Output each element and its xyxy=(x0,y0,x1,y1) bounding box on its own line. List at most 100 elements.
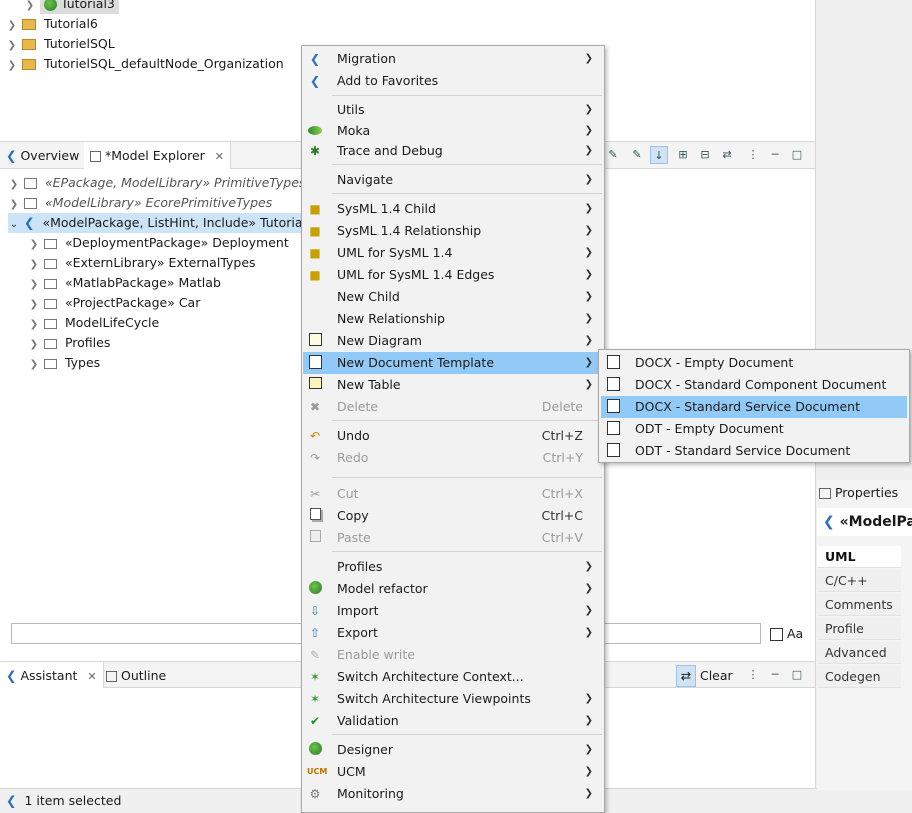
chevron-right-icon[interactable]: ❯ xyxy=(6,16,18,36)
menu-item-label: Migration xyxy=(337,51,396,66)
menu-item-utils[interactable]: Utils ❯ xyxy=(303,99,603,121)
view-menu-icon[interactable]: ⋮ xyxy=(744,666,762,684)
chevron-right-icon[interactable]: ❯ xyxy=(28,295,40,315)
menu-item-paste[interactable]: Paste Ctrl+V xyxy=(303,527,603,549)
sync-icon[interactable]: ⇄ xyxy=(718,146,736,164)
properties-tab-comments[interactable]: Comments xyxy=(817,594,901,616)
menu-item-new-child[interactable]: New Child ❯ xyxy=(303,286,603,308)
menu-item-delete[interactable]: ✖ Delete Delete xyxy=(303,396,603,418)
menu-item-ucm[interactable]: UCM UCM ❯ xyxy=(303,761,603,783)
properties-tab-codegen[interactable]: Codegen xyxy=(817,666,901,688)
properties-tab-profile[interactable]: Profile xyxy=(817,618,901,640)
minimize-icon[interactable]: ─ xyxy=(766,146,784,164)
menu-item-new-diagram[interactable]: New Diagram ❯ xyxy=(303,330,603,352)
menu-item-copy[interactable]: Copy Ctrl+C xyxy=(303,505,603,527)
menu-item-profiles[interactable]: Profiles ❯ xyxy=(303,556,603,578)
menu-item-switch-architecture-viewpoints[interactable]: ✶ Switch Architecture Viewpoints ❯ xyxy=(303,688,603,710)
submenu-arrow-icon: ❯ xyxy=(584,379,593,390)
tree-item[interactable]: ❯ «ExternLibrary» ExternalTypes xyxy=(28,253,256,273)
menu-separator xyxy=(332,477,602,478)
minimize-icon[interactable]: ─ xyxy=(766,666,784,684)
tree-item[interactable]: ❯ «DeploymentPackage» Deployment xyxy=(28,233,289,253)
menu-item-import[interactable]: ⇩ Import ❯ xyxy=(303,600,603,622)
menu-item-add-to-favorites[interactable]: ❮ Add to Favorites xyxy=(303,70,603,92)
menu-item-undo[interactable]: ↶ Undo Ctrl+Z xyxy=(303,425,603,447)
menu-item-migration[interactable]: ❮ Migration ❯ xyxy=(303,48,603,70)
migration-icon: ❮ xyxy=(309,52,321,66)
close-icon[interactable]: ✕ xyxy=(215,150,224,163)
menu-item-monitoring[interactable]: ⚙ Monitoring ❯ xyxy=(303,783,603,805)
tab-assistant[interactable]: ❮ Assistant ✕ xyxy=(0,662,104,689)
menu-item-designer[interactable]: Designer ❯ xyxy=(303,739,603,761)
menu-item-enable-write[interactable]: ✎ Enable write xyxy=(303,644,603,666)
menu-item-cut[interactable]: ✂ Cut Ctrl+X xyxy=(303,483,603,505)
maximize-icon[interactable]: □ xyxy=(788,666,806,684)
tree-item[interactable]: ❯ «ModelLibrary» EcorePrimitiveTypes xyxy=(8,193,272,213)
clear-button[interactable]: ⇄ Clear xyxy=(676,665,736,687)
properties-tab-cpp[interactable]: C/C++ xyxy=(817,570,901,592)
chevron-right-icon[interactable]: ❯ xyxy=(8,175,20,195)
menu-item-moka[interactable]: Moka ❯ xyxy=(303,120,603,142)
menu-item-redo[interactable]: ↷ Redo Ctrl+Y xyxy=(303,447,603,469)
project-row[interactable]: ❯ TutorielSQL_defaultNode_Organization xyxy=(6,54,284,74)
menu-item-new-document-template[interactable]: New Document Template ❯ xyxy=(303,352,603,374)
edit-icon[interactable]: ✎ xyxy=(628,146,646,164)
menu-item-new-relationship[interactable]: New Relationship ❯ xyxy=(303,308,603,330)
case-sensitive-option[interactable]: Aa xyxy=(770,626,803,641)
chevron-right-icon[interactable]: ❯ xyxy=(6,56,18,76)
chevron-right-icon[interactable]: ❯ xyxy=(6,36,18,56)
tree-item[interactable]: ❯ «EPackage, ModelLibrary» PrimitiveType… xyxy=(8,173,306,195)
project-row[interactable]: ❯ Tutorial6 xyxy=(6,14,98,34)
menu-item-sysml-relationship[interactable]: ■ SysML 1.4 Relationship ❯ xyxy=(303,220,603,242)
tab-model-explorer[interactable]: *Model Explorer ✕ xyxy=(84,142,231,169)
chevron-right-icon[interactable]: ❯ xyxy=(8,195,20,215)
menu-item-export[interactable]: ⇧ Export ❯ xyxy=(303,622,603,644)
submenu-item-odt-empty[interactable]: ODT - Empty Document xyxy=(601,418,907,440)
collapse-all-icon[interactable]: ⊟ xyxy=(696,146,714,164)
chevron-right-icon[interactable]: ❯ xyxy=(28,315,40,335)
tree-item-label: «EPackage, ModelLibrary» PrimitiveTypes xyxy=(44,175,306,190)
tab-overview[interactable]: ❮ Overview xyxy=(0,142,85,169)
chevron-down-icon[interactable]: ⌄ xyxy=(8,215,20,235)
tree-item[interactable]: ❯ «ProjectPackage» Car xyxy=(28,293,201,315)
tree-item[interactable]: ❯ Types xyxy=(28,353,100,373)
chevron-right-icon[interactable]: ❯ xyxy=(28,255,40,275)
menu-item-sysml-child[interactable]: ■ SysML 1.4 Child ❯ xyxy=(303,198,603,220)
document-template-submenu: DOCX - Empty Document DOCX - Standard Co… xyxy=(598,349,910,463)
view-menu-icon[interactable]: ⋮ xyxy=(744,146,762,164)
cut-icon: ✂ xyxy=(309,487,321,501)
chevron-right-icon[interactable]: ❯ xyxy=(28,275,40,295)
maximize-icon[interactable]: □ xyxy=(788,146,806,164)
project-row[interactable]: ❯ Tutorial3 xyxy=(24,0,119,14)
menu-item-uml-for-sysml[interactable]: ■ UML for SysML 1.4 ❯ xyxy=(303,242,603,264)
menu-item-navigate[interactable]: Navigate ❯ xyxy=(303,169,603,191)
properties-tab-uml[interactable]: UML xyxy=(817,546,901,568)
tree-item[interactable]: ❯ «MatlabPackage» Matlab xyxy=(28,273,221,293)
menu-item-switch-architecture-context[interactable]: ✶ Switch Architecture Context... xyxy=(303,666,603,688)
project-row[interactable]: ❯ TutorielSQL xyxy=(6,34,115,54)
tree-item-selected[interactable]: ⌄ ❮ «ModelPackage, ListHint, Include» Tu… xyxy=(8,213,314,235)
chevron-right-icon[interactable]: ❯ xyxy=(28,355,40,375)
expand-all-icon[interactable]: ⊞ xyxy=(674,146,692,164)
chevron-right-icon[interactable]: ❯ xyxy=(28,235,40,255)
submenu-item-odt-standard-service[interactable]: ODT - Standard Service Document xyxy=(601,440,907,462)
submenu-item-docx-standard-service[interactable]: DOCX - Standard Service Document xyxy=(601,396,907,418)
sort-az-icon[interactable]: ↓ xyxy=(650,146,668,164)
submenu-item-docx-standard-component[interactable]: DOCX - Standard Component Document xyxy=(601,374,907,396)
menu-item-model-refactor[interactable]: Model refactor ❯ xyxy=(303,578,603,600)
chevron-right-icon[interactable]: ❯ xyxy=(28,335,40,355)
properties-tab[interactable]: Properties xyxy=(819,482,898,504)
close-icon[interactable]: ✕ xyxy=(87,670,96,683)
tab-outline[interactable]: Outline xyxy=(100,662,172,689)
menu-item-validation[interactable]: ✔ Validation ❯ xyxy=(303,710,603,732)
case-sensitive-checkbox[interactable] xyxy=(770,628,783,641)
tree-item[interactable]: ❯ Profiles xyxy=(28,333,111,355)
tree-item[interactable]: ❯ ModelLifeCycle xyxy=(28,313,159,333)
menu-item-trace-and-debug[interactable]: ✱ Trace and Debug ❯ xyxy=(303,140,603,162)
link-icon[interactable]: ✎ xyxy=(604,146,622,164)
menu-item-uml-for-sysml-edges[interactable]: ■ UML for SysML 1.4 Edges ❯ xyxy=(303,264,603,286)
submenu-item-docx-empty[interactable]: DOCX - Empty Document xyxy=(601,352,907,374)
properties-tab-advanced[interactable]: Advanced xyxy=(817,642,901,664)
menu-item-new-table[interactable]: New Table ❯ xyxy=(303,374,603,396)
menu-item-label: Import xyxy=(337,603,379,618)
